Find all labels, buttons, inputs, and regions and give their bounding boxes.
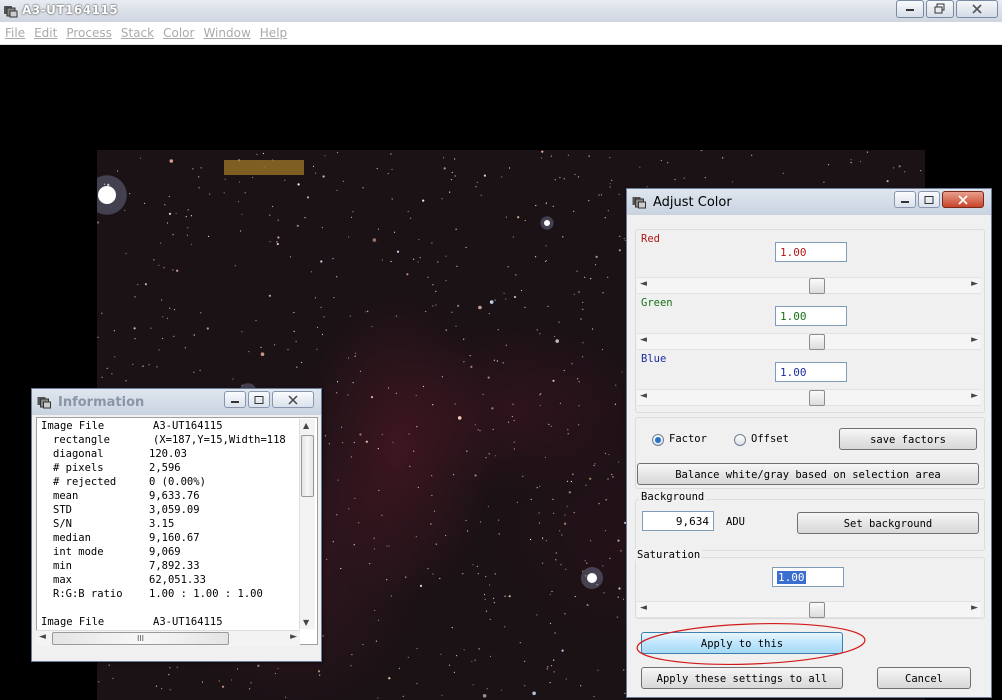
blue-value-input[interactable]: 1.00 [775, 362, 847, 382]
minimize-icon [231, 400, 239, 403]
menu-process[interactable]: Process [61, 22, 116, 40]
information-title-bar[interactable]: Information [32, 389, 321, 415]
slider-right-icon[interactable]: ► [971, 603, 978, 613]
slider-right-icon[interactable]: ► [971, 335, 978, 345]
background-label: Background [639, 491, 707, 503]
scroll-down-icon[interactable]: ▼ [303, 618, 309, 627]
slider-left-icon[interactable]: ◄ [640, 335, 647, 345]
slider-right-icon[interactable]: ► [971, 391, 978, 401]
green-slider[interactable]: ◄ ► [637, 333, 981, 350]
saturation-value-input[interactable]: 1.00 [772, 567, 844, 587]
restore-icon [934, 3, 945, 14]
cancel-button[interactable]: Cancel [877, 667, 971, 689]
info-vscroll-thumb[interactable] [301, 435, 314, 497]
scroll-left-icon[interactable]: ◄ [39, 632, 46, 642]
red-value-input[interactable]: 1.00 [775, 242, 847, 262]
slider-left-icon[interactable]: ◄ [640, 603, 647, 613]
window-title-bar: A3-UT164115 [0, 0, 1002, 22]
offset-radio[interactable] [734, 434, 746, 446]
blue-slider[interactable]: ◄ ► [637, 389, 981, 406]
blue-slider-thumb[interactable] [809, 390, 825, 406]
information-title: Information [58, 395, 145, 410]
factor-radio[interactable] [652, 434, 664, 446]
menu-file[interactable]: File [0, 22, 29, 40]
info-vertical-scrollbar[interactable]: ▲ ▼ [299, 419, 315, 629]
adjust-close-button[interactable] [942, 191, 984, 208]
factor-label: Factor [669, 433, 707, 445]
minimize-icon [906, 9, 914, 11]
saturation-slider-thumb[interactable] [809, 602, 825, 618]
slider-left-icon[interactable]: ◄ [640, 391, 647, 401]
info-horizontal-scrollbar[interactable]: ◄ III ► [36, 630, 300, 646]
background-unit: ADU [726, 516, 745, 528]
minimize-icon [901, 200, 909, 203]
information-text: Image File A3-UT164115 rectangle (X=187,Y=… [36, 417, 318, 645]
close-button[interactable] [956, 0, 998, 18]
red-slider[interactable]: ◄ ► [637, 277, 981, 294]
green-label: Green [639, 297, 675, 309]
info-close-button[interactable] [272, 391, 314, 408]
blue-label: Blue [639, 353, 669, 365]
red-label: Red [639, 233, 662, 245]
adjust-color-title: Adjust Color [653, 195, 732, 210]
scroll-up-icon[interactable]: ▲ [303, 421, 309, 430]
offset-label: Offset [751, 433, 789, 445]
app-icon [632, 197, 646, 209]
info-maximize-button[interactable] [248, 391, 270, 408]
minimize-button[interactable] [896, 0, 924, 18]
maximize-icon [254, 395, 264, 404]
menu-stack[interactable]: Stack [116, 22, 158, 40]
close-icon [972, 4, 982, 14]
information-dialog: Information Image File A3-UT164115 rectan… [31, 388, 322, 662]
menu-bar: File Edit Process Stack Color Window Help [0, 22, 1002, 45]
saturation-label: Saturation [635, 549, 703, 561]
menu-color[interactable]: Color [158, 22, 198, 40]
apply-to-all-button[interactable]: Apply these settings to all [641, 667, 843, 689]
saturation-selected-text: 1.00 [777, 571, 806, 584]
menu-window[interactable]: Window [198, 22, 254, 40]
green-value-input[interactable]: 1.00 [775, 306, 847, 326]
info-hscroll-thumb[interactable]: III [52, 632, 229, 645]
menu-edit[interactable]: Edit [29, 22, 61, 40]
menu-help[interactable]: Help [255, 22, 291, 40]
slider-right-icon[interactable]: ► [971, 279, 978, 289]
red-slider-thumb[interactable] [809, 278, 825, 294]
save-factors-button[interactable]: save factors [839, 428, 977, 450]
selection-rectangle[interactable] [224, 160, 304, 175]
info-minimize-button[interactable] [224, 391, 246, 408]
restore-button[interactable] [926, 0, 954, 18]
background-value-input[interactable]: 9,634 [642, 511, 714, 531]
close-icon [958, 194, 968, 205]
adjust-minimize-button[interactable] [894, 191, 916, 208]
adjust-color-title-bar[interactable]: Adjust Color [627, 189, 991, 215]
balance-white-button[interactable]: Balance white/gray based on selection ar… [637, 463, 979, 485]
app-icon [37, 397, 51, 409]
scroll-right-icon[interactable]: ► [290, 632, 297, 642]
window-title: A3-UT164115 [22, 3, 119, 17]
green-slider-thumb[interactable] [809, 334, 825, 350]
slider-left-icon[interactable]: ◄ [640, 279, 647, 289]
saturation-slider[interactable]: ◄ ► [637, 601, 981, 618]
adjust-maximize-button[interactable] [918, 191, 940, 208]
set-background-button[interactable]: Set background [797, 512, 979, 534]
app-icon [4, 6, 18, 18]
maximize-icon [924, 195, 934, 204]
close-icon [288, 394, 298, 405]
adjust-color-dialog: Adjust Color Red 1.00 ◄ ► Green 1.00 ◄ ► B… [626, 188, 992, 698]
highlight-ellipse [636, 623, 866, 665]
